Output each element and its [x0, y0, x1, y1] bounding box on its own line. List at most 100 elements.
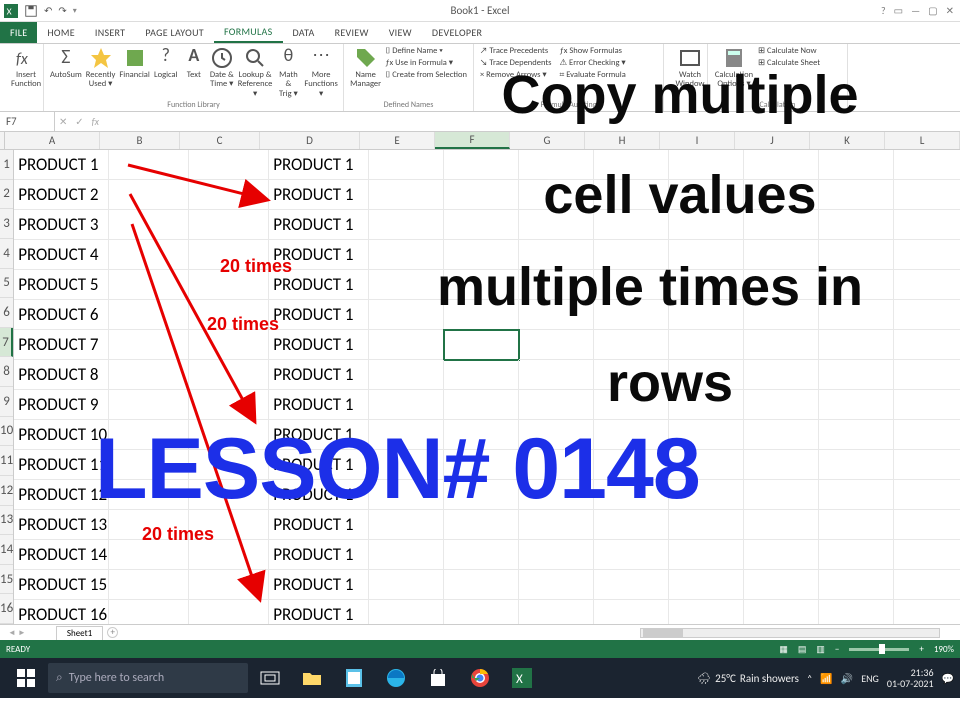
cell-K10[interactable] — [819, 420, 894, 450]
cell-K12[interactable] — [819, 480, 894, 510]
autosum-button[interactable]: ΣAutoSum — [50, 46, 82, 99]
tab-data[interactable]: DATA — [283, 22, 325, 43]
cell-L10[interactable] — [894, 420, 960, 450]
cell-C9[interactable] — [189, 390, 269, 420]
logical-button[interactable]: ?Logical — [154, 46, 178, 99]
tray-network-icon[interactable]: 📶 — [820, 672, 832, 685]
calculate-now-button[interactable]: ⊞ Calculate Now — [758, 46, 820, 56]
cell-C3[interactable] — [189, 210, 269, 240]
tab-file[interactable]: FILE — [0, 22, 37, 43]
cell-A6[interactable]: PRODUCT 6 — [14, 300, 109, 330]
task-view-button[interactable] — [250, 662, 290, 694]
cell-B5[interactable] — [109, 270, 189, 300]
maximize-icon[interactable]: ▢ — [928, 4, 937, 17]
cell-B7[interactable] — [109, 330, 189, 360]
cell-A4[interactable]: PRODUCT 4 — [14, 240, 109, 270]
cell-K7[interactable] — [819, 330, 894, 360]
cell-B15[interactable] — [109, 570, 189, 600]
tab-insert[interactable]: INSERT — [85, 22, 135, 43]
tray-clock[interactable]: 21:36 01-07-2021 — [887, 667, 934, 689]
column-header-E[interactable]: E — [360, 132, 435, 149]
cell-A15[interactable]: PRODUCT 15 — [14, 570, 109, 600]
column-header-A[interactable]: A — [5, 132, 100, 149]
sheet-tab[interactable]: Sheet1 — [56, 626, 103, 640]
cell-G15[interactable] — [519, 570, 594, 600]
explorer-button[interactable] — [292, 662, 332, 694]
column-header-B[interactable]: B — [100, 132, 180, 149]
cancel-icon[interactable]: ✕ — [59, 115, 67, 128]
cell-A8[interactable]: PRODUCT 8 — [14, 360, 109, 390]
cell-D8[interactable]: PRODUCT 1 — [269, 360, 369, 390]
cell-E15[interactable] — [369, 570, 444, 600]
cell-F15[interactable] — [444, 570, 519, 600]
row-header-12[interactable]: 12 — [0, 476, 13, 506]
fx-icon[interactable]: fx — [92, 115, 99, 128]
cell-J15[interactable] — [744, 570, 819, 600]
redo-icon[interactable]: ↷ — [58, 4, 66, 17]
tab-review[interactable]: REVIEW — [325, 22, 379, 43]
tray-chevron-icon[interactable]: ˄ — [807, 672, 812, 685]
cell-F14[interactable] — [444, 540, 519, 570]
cell-B9[interactable] — [109, 390, 189, 420]
sheet-nav-prev[interactable]: ◄ — [8, 628, 16, 638]
row-header-15[interactable]: 15 — [0, 565, 13, 595]
insert-function-button[interactable]: fx Insert Function — [6, 46, 46, 90]
cell-A3[interactable]: PRODUCT 3 — [14, 210, 109, 240]
tray-volume-icon[interactable]: 🔊 — [841, 672, 853, 685]
horizontal-scrollbar[interactable] — [640, 628, 940, 638]
tray-notifications-icon[interactable]: 💬 — [942, 672, 954, 685]
cell-L16[interactable] — [894, 600, 960, 624]
cell-A2[interactable]: PRODUCT 2 — [14, 180, 109, 210]
edge-button[interactable] — [376, 662, 416, 694]
tab-home[interactable]: HOME — [37, 22, 84, 43]
column-header-C[interactable]: C — [180, 132, 260, 149]
cell-B1[interactable] — [109, 150, 189, 180]
cell-K16[interactable] — [819, 600, 894, 624]
cell-B2[interactable] — [109, 180, 189, 210]
excel-taskbar-button[interactable]: X — [502, 662, 542, 694]
ribbon-options-icon[interactable]: ▭ — [894, 4, 903, 17]
cell-B16[interactable] — [109, 600, 189, 624]
cell-L7[interactable] — [894, 330, 960, 360]
cell-L9[interactable] — [894, 390, 960, 420]
financial-button[interactable]: Financial — [119, 46, 149, 99]
cell-J12[interactable] — [744, 480, 819, 510]
column-header-K[interactable]: K — [810, 132, 885, 149]
chrome-button[interactable] — [460, 662, 500, 694]
tab-view[interactable]: VIEW — [379, 22, 422, 43]
enter-icon[interactable]: ✓ — [75, 115, 83, 128]
cell-H16[interactable] — [594, 600, 669, 624]
cell-E14[interactable] — [369, 540, 444, 570]
row-header-9[interactable]: 9 — [0, 387, 13, 417]
view-normal-icon[interactable]: ▦ — [779, 644, 788, 655]
cell-C15[interactable] — [189, 570, 269, 600]
zoom-slider[interactable] — [849, 648, 909, 651]
cell-E16[interactable] — [369, 600, 444, 624]
row-header-8[interactable]: 8 — [0, 357, 13, 387]
sheet-nav-next[interactable]: ► — [18, 628, 26, 638]
cell-J11[interactable] — [744, 450, 819, 480]
weather-widget[interactable]: 🌧 25°C Rain showers — [697, 672, 799, 685]
notepad-button[interactable] — [334, 662, 374, 694]
cell-H15[interactable] — [594, 570, 669, 600]
cell-D15[interactable]: PRODUCT 1 — [269, 570, 369, 600]
tab-page-layout[interactable]: PAGE LAYOUT — [135, 22, 214, 43]
cell-H14[interactable] — [594, 540, 669, 570]
column-header-I[interactable]: I — [660, 132, 735, 149]
column-header-D[interactable]: D — [260, 132, 360, 149]
save-icon[interactable] — [24, 4, 38, 18]
column-header-G[interactable]: G — [510, 132, 585, 149]
cell-E2[interactable] — [369, 180, 444, 210]
cell-C2[interactable] — [189, 180, 269, 210]
cell-F8[interactable] — [444, 360, 519, 390]
cell-E1[interactable] — [369, 150, 444, 180]
name-manager-button[interactable]: Name Manager — [350, 46, 381, 90]
cell-F9[interactable] — [444, 390, 519, 420]
cell-J13[interactable] — [744, 510, 819, 540]
more-functions-button[interactable]: ⋯More Functions ▾ — [304, 46, 337, 99]
cell-A16[interactable]: PRODUCT 16 — [14, 600, 109, 624]
cell-A5[interactable]: PRODUCT 5 — [14, 270, 109, 300]
row-header-16[interactable]: 16 — [0, 594, 13, 624]
tab-formulas[interactable]: FORMULAS — [214, 22, 283, 43]
undo-icon[interactable]: ↶ — [44, 4, 52, 17]
